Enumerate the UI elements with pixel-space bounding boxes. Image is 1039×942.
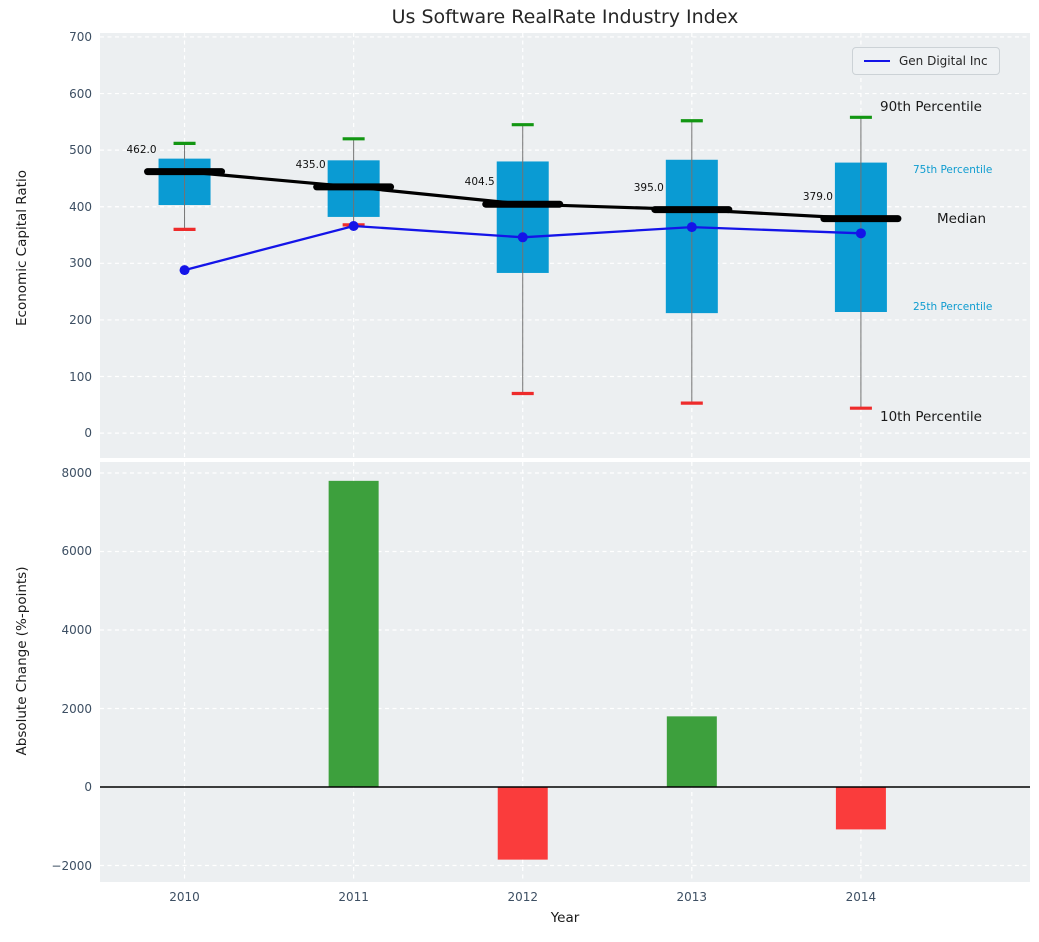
annotation-median: Median (937, 211, 986, 227)
median-value-label: 404.5 (435, 175, 495, 189)
top-y-tick-label: 700 (50, 29, 92, 45)
change-bar-2014 (836, 787, 886, 829)
bottom-y-axis-label: Absolute Change (%-points) (14, 511, 30, 811)
top-y-tick-label: 200 (50, 312, 92, 328)
median-value-label: 462.0 (97, 143, 157, 157)
top-y-tick-label: 300 (50, 255, 92, 271)
top-y-tick-label: 500 (50, 142, 92, 158)
annotation-10th-percentile: 10th Percentile (880, 409, 982, 425)
company-point-2011 (349, 221, 359, 231)
top-y-tick-label: 400 (50, 199, 92, 215)
change-bar-2012 (498, 787, 548, 860)
company-point-2012 (518, 232, 528, 242)
company-point-2014 (856, 228, 866, 238)
bottom-y-tick-label: 6000 (38, 543, 92, 559)
annotation-90th-percentile: 90th Percentile (880, 99, 982, 115)
x-tick-label-2014: 2014 (831, 889, 891, 905)
annotation-75th-percentile: 75th Percentile (913, 162, 992, 178)
median-value-label: 395.0 (604, 181, 664, 195)
bottom-y-tick-label: 8000 (38, 465, 92, 481)
x-axis-label: Year (465, 910, 665, 926)
top-axes (100, 33, 1030, 458)
bottom-plot-canvas (100, 462, 1030, 882)
top-y-tick-label: 600 (50, 86, 92, 102)
top-y-tick-label: 100 (50, 369, 92, 385)
top-y-tick-label: 0 (50, 425, 92, 441)
x-tick-label-2011: 2011 (324, 889, 384, 905)
company-point-2013 (687, 222, 697, 232)
median-value-label: 435.0 (266, 158, 326, 172)
x-tick-label-2010: 2010 (155, 889, 215, 905)
bottom-axes (100, 462, 1030, 882)
chart-title: Us Software RealRate Industry Index (100, 6, 1030, 28)
figure: Us Software RealRate Industry Index Econ… (0, 0, 1039, 942)
x-tick-label-2013: 2013 (662, 889, 722, 905)
bottom-y-tick-label: 4000 (38, 622, 92, 638)
legend: Gen Digital Inc (852, 47, 1000, 75)
legend-line-sample (864, 60, 890, 62)
top-plot-canvas (100, 33, 1030, 458)
x-tick-label-2012: 2012 (493, 889, 553, 905)
top-y-axis-label: Economic Capital Ratio (14, 98, 30, 398)
bottom-y-tick-label: 2000 (38, 701, 92, 717)
change-bar-2011 (329, 481, 379, 787)
change-bar-2013 (667, 716, 717, 787)
median-value-label: 379.0 (773, 190, 833, 204)
company-point-2010 (180, 265, 190, 275)
annotation-25th-percentile: 25th Percentile (913, 299, 992, 315)
bottom-y-tick-label: 0 (38, 779, 92, 795)
legend-label: Gen Digital Inc (899, 54, 988, 68)
bottom-y-tick-label: −2000 (38, 858, 92, 874)
